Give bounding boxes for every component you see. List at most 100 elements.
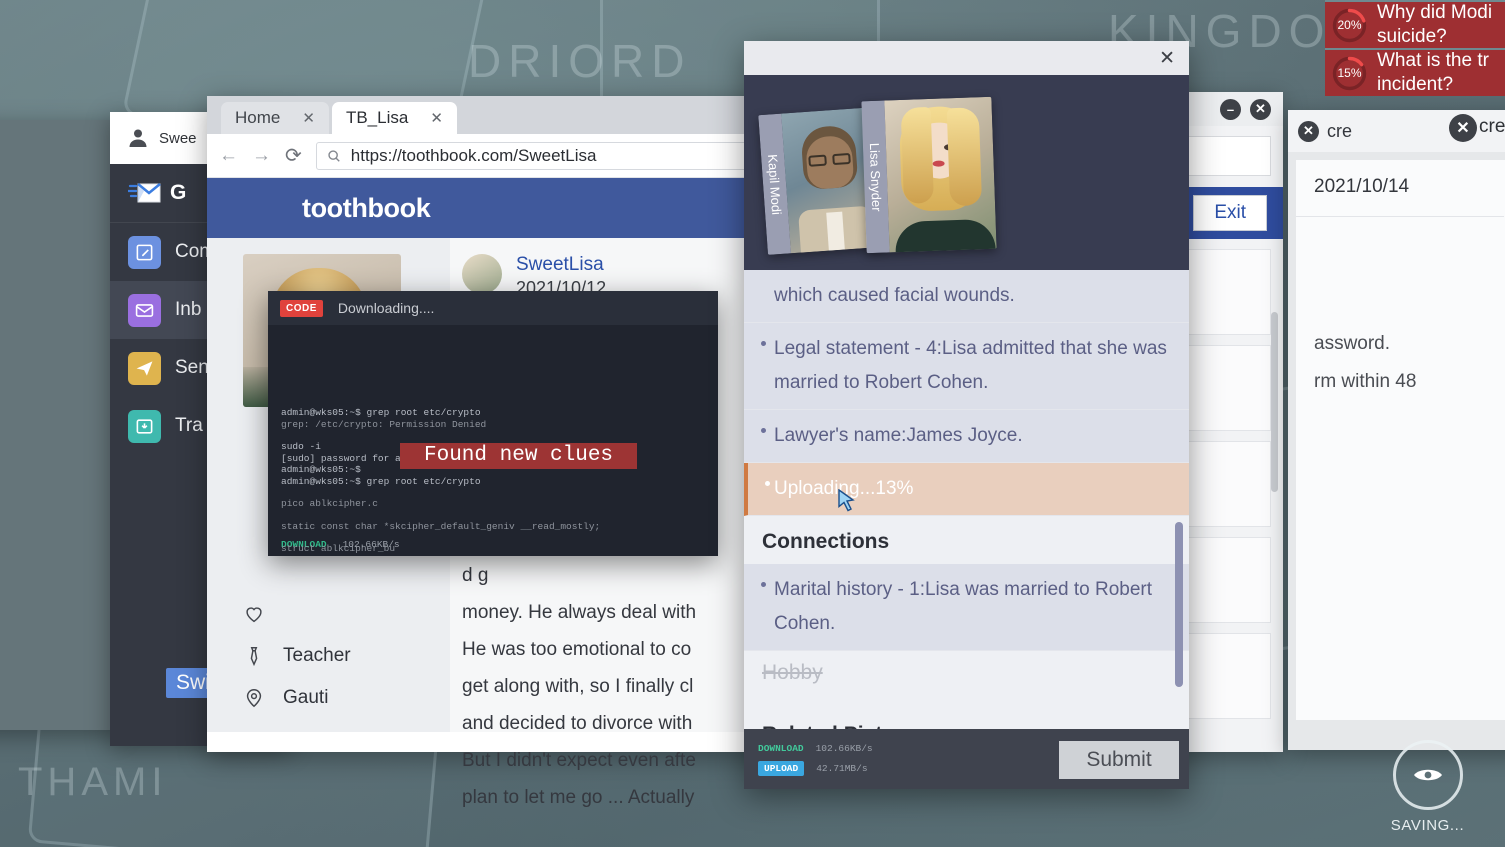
terminal-header: CODE Downloading.... [268, 291, 718, 325]
heart-icon [246, 607, 262, 623]
doc-line: rm within 48 [1314, 371, 1417, 392]
browser-tab-home[interactable]: Home ✕ [221, 102, 329, 134]
terminal-line: admin@wks05:~$ grep root etc/crypto [281, 475, 481, 487]
doc-line: assword. [1314, 333, 1391, 354]
evidence-text: Legal statement - 4:Lisa admitted that s… [774, 338, 1167, 393]
character-card-lisa-snyder[interactable]: Lisa Snyder [861, 96, 997, 254]
mail-username: Swee [159, 129, 197, 147]
progress-percent: 15% [1337, 66, 1362, 80]
location-icon [246, 689, 262, 708]
connection-text: Marital history - 1:Lisa was married to … [774, 579, 1153, 634]
doc-line: s also crash [0, 326, 106, 368]
progress-ring: 15% [1331, 55, 1368, 92]
evidence-row-uploading[interactable]: Uploading...13% [744, 463, 1189, 516]
progress-percent: 20% [1337, 18, 1362, 32]
evidence-row[interactable]: Legal statement - 4:Lisa admitted that s… [744, 323, 1189, 410]
download-speed: 102.66KB/s [815, 742, 873, 754]
terminal-line: pico ablkcipher.c [281, 498, 378, 509]
found-clues-toast: Found new clues [400, 443, 638, 469]
inbox-icon [128, 293, 161, 327]
close-icon[interactable]: ✕ [302, 109, 315, 127]
evidence-list[interactable]: which caused facial wounds. Legal statem… [744, 270, 1189, 750]
network-stats: DOWNLOAD 102.66KB/s UPLOAD 42.71MB/s [758, 743, 873, 776]
card-name: Lisa Snyder [866, 142, 885, 212]
question-text: What is the tr incident? [1377, 50, 1489, 95]
mail-item-label: Sen [175, 357, 209, 378]
close-icon[interactable]: ✕ [1250, 98, 1271, 120]
terminal-title: Downloading.... [337, 300, 435, 316]
toothbook-logo: toothbook [302, 192, 431, 223]
saving-progress-ring [1392, 740, 1463, 810]
right-document-page: 2021/10/14 assword. rm within 48 [1296, 160, 1505, 720]
minimize-icon[interactable]: – [1220, 98, 1241, 120]
close-icon[interactable]: ✕ [1449, 114, 1477, 142]
mail-logo-icon [128, 182, 161, 203]
evidence-row[interactable]: which caused facial wounds. [744, 270, 1189, 323]
upload-tag: UPLOAD [758, 760, 805, 776]
eye-icon [1413, 769, 1442, 781]
search-icon [328, 149, 340, 162]
bullet-icon [765, 481, 770, 486]
mouse-cursor [838, 489, 855, 512]
desktop: DRIORD KINGDO THAMI d of ransom agencies… [0, 0, 1505, 847]
right-document-title: cre [1327, 120, 1353, 141]
struck-item-hobby: Hobby [744, 651, 1189, 709]
terminal-line: static const char *skcipher_default_geni… [281, 520, 601, 532]
document-body: assword. rm within 48 [1314, 325, 1505, 401]
saving-indicator: SAVING... [1390, 740, 1465, 834]
bullet-icon [761, 428, 766, 433]
evidence-row[interactable]: Lawyer's name:James Joyce. [744, 410, 1189, 463]
tab-label: TB_Lisa [345, 108, 409, 127]
evidence-text: Lawyer's name:James Joyce. [774, 425, 1023, 446]
doc-line: d of ransom [0, 158, 106, 200]
upload-speed: 42.71MB/s [816, 762, 868, 774]
character-card-tray: Kapil Modi Lisa Snyder [744, 75, 1189, 270]
download-tag: DOWNLOAD [758, 742, 804, 754]
bullet-icon [761, 341, 766, 346]
bullet-icon [761, 582, 766, 587]
post-author[interactable]: SweetLisa [516, 254, 606, 276]
question-text: Why did Modi suicide? [1377, 2, 1493, 47]
code-badge: CODE [280, 299, 323, 317]
submit-button[interactable]: Submit [1059, 741, 1179, 779]
profile-location: Gauti [243, 687, 450, 709]
card-portrait [884, 96, 997, 253]
terminal-line: struct ablkcipher_bu [281, 543, 396, 554]
avatar [462, 254, 502, 294]
browser-tab-tb-lisa[interactable]: TB_Lisa ✕ [331, 102, 457, 134]
right-document-window[interactable]: ✕ cre 2021/10/14 assword. rm within 48 [1288, 110, 1505, 750]
saving-label: SAVING... [1390, 817, 1465, 834]
close-icon[interactable]: ✕ [430, 109, 443, 127]
connection-row[interactable]: Marital history - 1:Lisa was married to … [744, 564, 1189, 651]
divider [1296, 216, 1504, 217]
section-title-connections: Connections [744, 516, 1189, 564]
question-card-1[interactable]: 20% Why did Modi suicide? [1325, 0, 1505, 48]
doc-line: tion systems [0, 242, 106, 284]
forward-icon[interactable]: → [252, 145, 271, 167]
person-icon [129, 129, 147, 147]
back-icon[interactable]: ← [219, 145, 238, 167]
close-icon[interactable]: ✕ [1298, 120, 1319, 142]
ransom-document-window[interactable]: d of ransom agencies, ce tion systems . … [0, 120, 120, 730]
compose-icon [128, 235, 161, 269]
close-icon[interactable]: ✕ [1159, 49, 1175, 68]
progress-ring: 20% [1331, 7, 1368, 44]
scrollbar-thumb[interactable] [1175, 522, 1183, 687]
upload-stat: UPLOAD 42.71MB/s [758, 760, 873, 776]
terminal-output: admin@wks05:~$ grep root etc/crypto grep… [268, 325, 718, 554]
url-text: https://toothbook.com/SweetLisa [350, 145, 597, 165]
evidence-footer: DOWNLOAD 102.66KB/s UPLOAD 42.71MB/s Sub… [744, 729, 1189, 789]
reload-icon[interactable]: ⟳ [285, 143, 302, 168]
mail-logo-label: G [170, 181, 187, 204]
terminal-window[interactable]: CODE Downloading.... admin@wks05:~$ grep… [268, 291, 718, 556]
profile-meta: Teacher Gauti [243, 603, 450, 709]
terminal-line: admin@wks05:~$ grep root etc/crypto [281, 407, 481, 418]
evidence-window[interactable]: ✕ Kapil Modi Lisa Snyder which caused fa… [744, 41, 1189, 789]
scrollbar-thumb[interactable] [1271, 312, 1278, 492]
question-card-2[interactable]: 15% What is the tr incident? [1325, 48, 1505, 96]
exit-button[interactable]: Exit [1193, 195, 1267, 231]
mail-item-label: Inb [175, 299, 202, 320]
download-stat: DOWNLOAD 102.66KB/s [758, 743, 873, 754]
evidence-titlebar: ✕ [744, 41, 1189, 75]
map-label-thami: THAMI [18, 760, 168, 804]
